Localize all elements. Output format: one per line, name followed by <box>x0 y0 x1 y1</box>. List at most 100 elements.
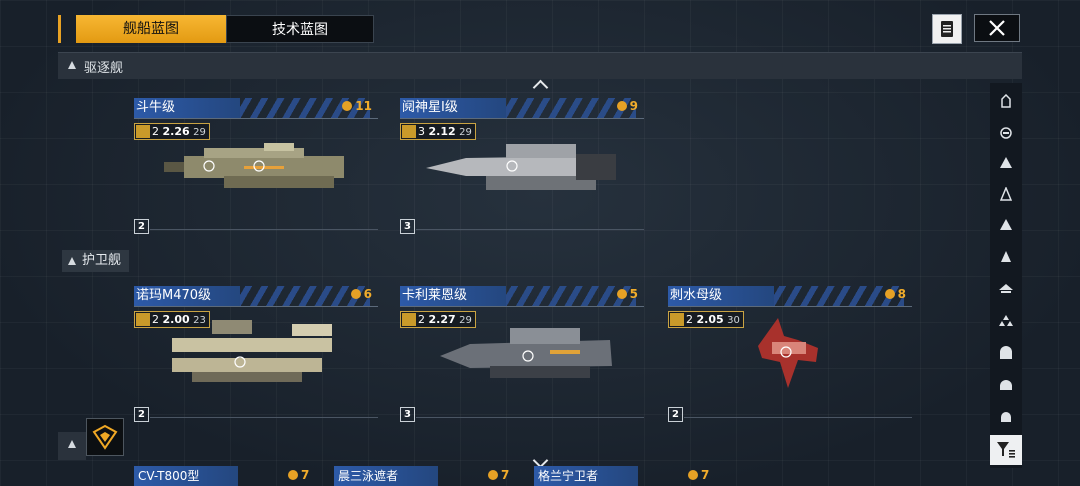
ship-tier: 3 <box>400 407 415 422</box>
resource-icon <box>884 289 895 299</box>
document-icon <box>941 21 953 37</box>
ship-image <box>164 143 344 188</box>
tab-tech-blueprint[interactable]: 技术蓝图 <box>226 15 374 43</box>
support-icon[interactable] <box>994 373 1018 397</box>
ship-cost: 7 <box>488 468 509 482</box>
close-icon <box>989 20 1005 36</box>
ship-tier: 3 <box>400 219 415 234</box>
category-all-icon[interactable] <box>994 89 1018 113</box>
ship-image <box>426 144 616 190</box>
ship-cost: 9 <box>616 99 638 113</box>
filter-button[interactable] <box>990 435 1022 465</box>
scale-ruler <box>416 417 644 428</box>
notes-button[interactable] <box>932 14 962 44</box>
cruiser-icon[interactable] <box>994 151 1018 175</box>
stat-icon <box>402 125 416 138</box>
category-escort-header[interactable]: 护卫舰 <box>62 250 130 272</box>
ship-stats: 2 2.05 30 <box>668 311 744 328</box>
stat-main: 2.26 <box>162 125 190 138</box>
carrier-icon[interactable] <box>994 121 1018 145</box>
section-title: 驱逐舰 <box>84 61 124 76</box>
cost-value: 9 <box>629 99 638 113</box>
ship-card-partial[interactable]: 晨三泳遮者 7 <box>334 466 514 486</box>
stat-a: 3 <box>418 125 425 138</box>
stat-a: 2 <box>418 313 425 326</box>
collapse-toggle[interactable] <box>58 432 86 460</box>
aircraft-icon[interactable] <box>994 277 1018 301</box>
stat-a: 2 <box>152 313 159 326</box>
resource-icon <box>616 289 627 299</box>
ship-name: 斗牛级 <box>134 98 240 118</box>
ship-card-partial[interactable]: 格兰宁卫者 7 <box>534 466 714 486</box>
stat-sub: 30 <box>727 315 740 326</box>
emblem-icon <box>92 424 118 450</box>
scale-ruler <box>416 229 644 240</box>
cost-value: 8 <box>897 287 906 301</box>
stat-icon <box>402 313 416 326</box>
stat-a: 2 <box>686 313 693 326</box>
top-bar: 舰船蓝图 技术蓝图 <box>58 14 1022 44</box>
close-button[interactable] <box>974 14 1020 42</box>
card-divider <box>134 118 378 119</box>
frigate-icon[interactable] <box>994 213 1018 237</box>
resource-icon <box>688 470 698 480</box>
stat-main: 2.05 <box>696 313 724 326</box>
other-icon[interactable] <box>994 405 1018 429</box>
ship-cost: 8 <box>884 287 906 301</box>
ship-card-partial[interactable]: CV-T800型 7 <box>134 466 314 486</box>
ship-cost: 6 <box>350 287 372 301</box>
ship-card[interactable]: 刺水母级 8 2 2.05 30 2 <box>668 286 912 428</box>
scale-ruler <box>150 417 378 428</box>
ship-name: 格兰宁卫者 <box>534 466 638 486</box>
hangar-icon[interactable] <box>994 341 1018 365</box>
tab-ship-blueprint[interactable]: 舰船蓝图 <box>76 15 226 43</box>
ship-name: CV-T800型 <box>134 466 238 486</box>
ship-tier: 2 <box>134 219 149 234</box>
frigate-icon <box>68 257 76 265</box>
resource-icon <box>342 101 353 111</box>
ship-name: 卡利莱恩级 <box>400 286 506 306</box>
tab-accent <box>58 15 61 43</box>
background-decoration <box>72 100 132 130</box>
section-header[interactable]: 驱逐舰 <box>58 52 1022 79</box>
scale-ruler <box>150 229 378 240</box>
resource-icon <box>288 470 298 480</box>
ship-name: 诺玛M470级 <box>134 286 240 306</box>
cost-value: 7 <box>701 468 710 482</box>
card-divider <box>400 118 644 119</box>
card-divider <box>668 306 912 307</box>
collapse-icon <box>68 440 76 448</box>
stat-a: 2 <box>152 125 159 138</box>
cost-value: 5 <box>629 287 638 301</box>
destroyer-icon <box>68 61 76 69</box>
resource-icon <box>488 470 498 480</box>
ship-cost: 11 <box>342 99 372 113</box>
card-divider <box>400 306 644 307</box>
emblem-button[interactable] <box>86 418 124 456</box>
ship-name: 阋神星I级 <box>400 98 506 118</box>
ship-card[interactable]: 阋神星I级 9 3 2.12 29 3 <box>400 98 644 240</box>
category-sidebar <box>990 83 1022 468</box>
ship-image <box>172 320 332 382</box>
resource-icon <box>616 101 627 111</box>
destroyer-icon[interactable] <box>994 182 1018 206</box>
category-escort-label: 护卫舰 <box>82 253 122 268</box>
stat-sub: 29 <box>193 127 206 138</box>
ship-card[interactable]: 卡利莱恩级 5 2 2.27 29 3 <box>400 286 644 428</box>
fleet-icon[interactable] <box>994 309 1018 333</box>
ship-image <box>758 318 818 388</box>
cost-value: 6 <box>363 287 372 301</box>
cost-value: 7 <box>301 468 310 482</box>
filter-icon <box>997 442 1015 458</box>
ship-card[interactable]: 诺玛M470级 6 2 2.00 23 2 <box>134 286 378 428</box>
stat-icon <box>670 313 684 326</box>
ship-cost: 7 <box>688 468 709 482</box>
ship-card[interactable]: 斗牛级 11 2 2.26 29 2 <box>134 98 378 240</box>
corvette-icon[interactable] <box>994 245 1018 269</box>
resource-icon <box>350 289 361 299</box>
ship-cost: 5 <box>616 287 638 301</box>
ship-tier: 2 <box>134 407 149 422</box>
cost-value: 11 <box>355 99 372 113</box>
ship-image <box>440 328 612 378</box>
ship-tier: 2 <box>668 407 683 422</box>
